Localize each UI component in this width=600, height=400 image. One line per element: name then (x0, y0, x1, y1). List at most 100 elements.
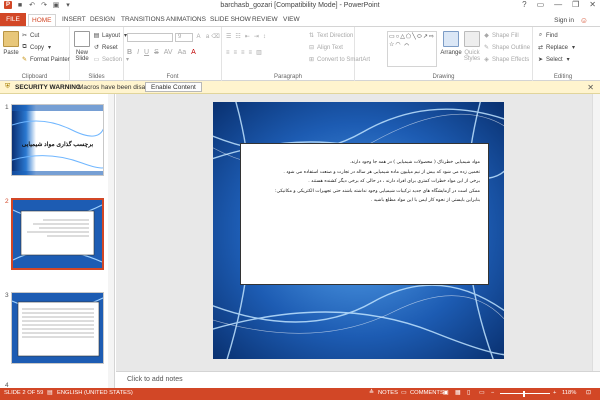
paste-button[interactable]: Paste (2, 31, 20, 56)
new-slide-button[interactable]: New Slide (73, 31, 91, 62)
bullets-icon[interactable]: ☰ (226, 33, 231, 40)
columns-icon[interactable]: ▥ (256, 49, 262, 56)
shape-fill-button[interactable]: ◆ Shape Fill (483, 32, 519, 40)
alignment-buttons: ≡ ≡ ≡ ≡ ▥ (226, 49, 262, 57)
slideshow-view-icon[interactable]: ▭ (479, 390, 484, 396)
thumbnail-scrollbar[interactable] (108, 94, 114, 388)
cut-label: Cut (30, 32, 40, 39)
slide-thumbnail-1[interactable]: برچسب گذاری مواد شیمیایی (11, 104, 104, 176)
line-spacing-icon[interactable]: ↕ (263, 34, 266, 40)
find-button[interactable]: ⌕ Find (537, 32, 558, 39)
comments-icon[interactable]: ▭ (401, 390, 406, 396)
sign-in-link[interactable]: Sign in (554, 17, 574, 24)
text-direction-button[interactable]: ⇅ Text Direction (308, 32, 353, 40)
quick-styles-button[interactable]: Quick Styles (462, 31, 482, 62)
shapes-gallery[interactable]: ▭○△⬠╲⬭↗⇨⇩⬡{}☆◠ ⌒ (387, 31, 437, 67)
tab-transitions[interactable]: TRANSITIONS (118, 14, 168, 26)
notes-toggle[interactable]: NOTES (378, 390, 398, 396)
slide-thumbnail-3[interactable] (11, 292, 104, 364)
close-icon[interactable]: ✕ (587, 83, 594, 92)
zoom-level[interactable]: 118% (562, 390, 576, 396)
align-text-button[interactable]: ⊟ Align Text (308, 44, 343, 52)
tab-view[interactable]: VIEW (280, 14, 303, 26)
replace-button[interactable]: ⇄ Replace ▾ (537, 44, 577, 52)
notes-toggle-icon[interactable]: ≜ (369, 390, 374, 396)
tab-animations[interactable]: ANIMATIONS (163, 14, 209, 26)
align-left-icon[interactable]: ≡ (226, 50, 230, 56)
change-case-icon[interactable]: Aa (178, 49, 187, 56)
shape-outline-button[interactable]: ✎ Shape Outline (483, 44, 530, 52)
clipboard-group: Paste ✂ Cut ⧉ Copy ▾ ✎ Format Painter Cl… (0, 27, 70, 81)
normal-view-icon[interactable]: ▣ (443, 390, 448, 396)
tab-insert[interactable]: INSERT (59, 14, 89, 26)
reset-button[interactable]: ↺ Reset (93, 44, 118, 52)
increase-indent-icon[interactable]: ⇥ (254, 33, 259, 40)
tab-home[interactable]: HOME (28, 14, 56, 26)
copy-button[interactable]: ⧉ Copy ▾ (21, 44, 53, 51)
comments-toggle[interactable]: COMMENTS (410, 390, 444, 396)
ribbon-display-options-button[interactable]: ▭ (537, 0, 545, 9)
align-right-icon[interactable]: ≡ (241, 50, 245, 56)
select-label: Select (546, 56, 563, 63)
spellcheck-icon[interactable]: ▤ (47, 390, 52, 396)
justify-icon[interactable]: ≡ (249, 50, 253, 56)
shape-effects-label: Shape Effects (492, 56, 530, 63)
arrange-button[interactable]: Arrange (440, 31, 462, 56)
char-spacing-icon[interactable]: AV (164, 49, 173, 56)
section-icon: ▭ (93, 57, 100, 63)
zoom-out-icon[interactable]: − (491, 390, 494, 396)
close-button[interactable]: ✕ (589, 0, 596, 9)
font-color-icon[interactable]: A (191, 49, 196, 56)
tab-slide-show[interactable]: SLIDE SHOW (207, 14, 254, 26)
language-indicator[interactable]: ENGLISH (UNITED STATES) (57, 390, 133, 396)
tab-review[interactable]: REVIEW (249, 14, 281, 26)
thumbnail-background (12, 293, 103, 363)
tab-file[interactable]: FILE (0, 13, 26, 26)
new-slide-label: New Slide (75, 50, 89, 62)
strikethrough-icon[interactable]: S (154, 49, 159, 56)
help-button[interactable]: ? (522, 0, 526, 9)
feedback-smiley-icon[interactable]: ☺ (580, 16, 588, 25)
tab-design[interactable]: DESIGN (87, 14, 118, 26)
window-title: barchasb_gozari [Compatibility Mode] - P… (220, 2, 380, 9)
notes-placeholder: Click to add notes (127, 376, 183, 383)
align-center-icon[interactable]: ≡ (234, 50, 238, 56)
editing-group-label: Editing (553, 74, 573, 80)
editing-group: ⌕ Find ⇄ Replace ▾ ➤ Select ▾ Editing (533, 27, 593, 81)
format-painter-button[interactable]: ✎ Format Painter (21, 56, 70, 64)
underline-icon[interactable]: U (144, 49, 149, 56)
status-bar: SLIDE 2 OF 59 ▤ ENGLISH (UNITED STATES) … (0, 388, 600, 400)
clear-formatting-button[interactable]: ⌫ (211, 33, 219, 40)
current-slide[interactable]: مواد شیمیایی خطرناک ( محصولات شیمیایی ) … (213, 102, 504, 359)
list-buttons: ☰ ☷ ⇤ ⇥ ↕ (226, 33, 266, 41)
editor-scrollbar[interactable] (592, 94, 600, 371)
zoom-slider[interactable] (500, 393, 550, 394)
notes-pane[interactable]: Click to add notes (116, 371, 600, 388)
shield-icon: ⛨ (5, 83, 11, 90)
layout-icon: ▤ (93, 33, 100, 39)
decrease-indent-icon[interactable]: ⇤ (245, 33, 250, 40)
slide-thumbnail-2[interactable] (11, 198, 104, 270)
fit-slide-icon[interactable]: ⊡ (586, 390, 591, 396)
bold-icon[interactable]: B (127, 49, 132, 56)
shrink-font-button[interactable]: a (204, 33, 211, 40)
find-label: Find (546, 32, 558, 39)
slide-text-line: بنابراین بایستی از نحوه کار ایمن با این … (370, 198, 480, 203)
select-button[interactable]: ➤ Select ▾ (537, 56, 572, 64)
font-size-combo[interactable]: 9 (175, 33, 193, 42)
slide-sorter-icon[interactable]: ▦ (455, 390, 460, 396)
shape-effects-button[interactable]: ◈ Shape Effects (483, 56, 530, 64)
font-name-combo[interactable] (127, 33, 173, 42)
slide-content-textbox[interactable]: مواد شیمیایی خطرناک ( محصولات شیمیایی ) … (240, 143, 489, 285)
restore-button[interactable]: ❐ (572, 0, 579, 9)
cut-button[interactable]: ✂ Cut (21, 32, 40, 40)
minimize-button[interactable]: — (554, 0, 562, 9)
zoom-slider-handle[interactable] (523, 391, 525, 397)
enable-content-button[interactable]: Enable Content (145, 82, 202, 92)
grow-font-button[interactable]: A (195, 33, 202, 40)
italic-icon[interactable]: I (137, 49, 139, 56)
numbering-icon[interactable]: ☷ (235, 33, 240, 40)
zoom-in-icon[interactable]: + (553, 390, 556, 396)
reading-view-icon[interactable]: ▯ (467, 390, 470, 396)
title-bar: P ■ ↶ ↷ ▣ ▾ barchasb_gozari [Compatibili… (0, 0, 600, 12)
